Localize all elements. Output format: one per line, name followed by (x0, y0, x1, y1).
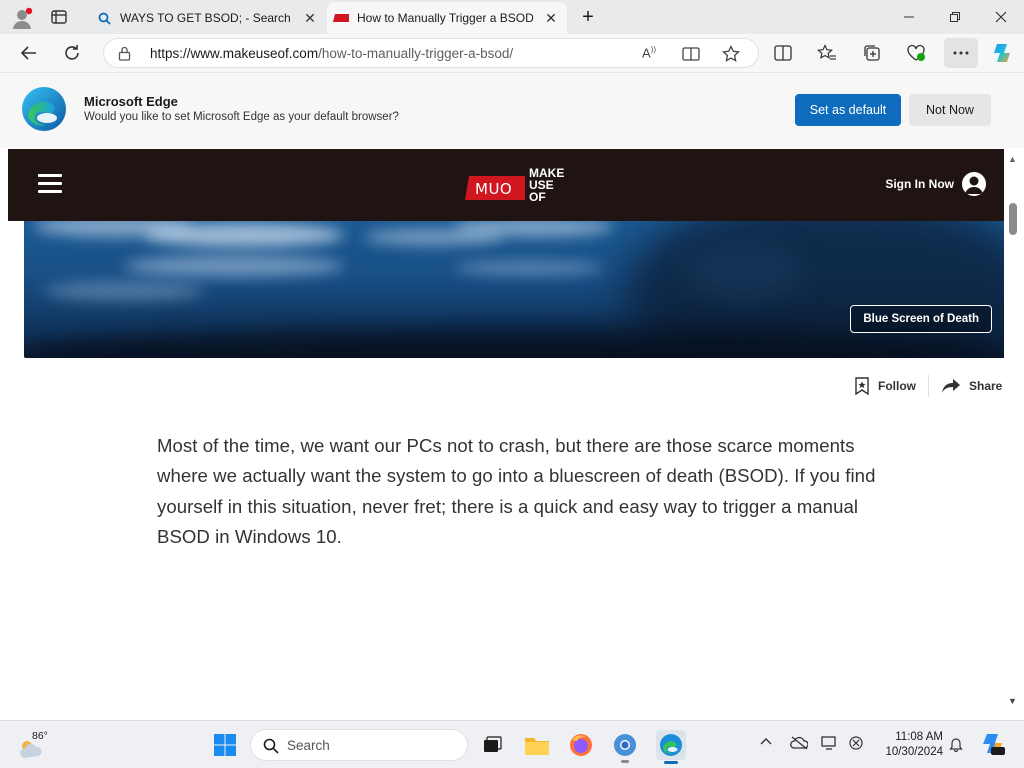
edge-logo-icon (20, 85, 68, 133)
address-bar[interactable]: https://www.makeuseof.com/how-to-manuall… (103, 38, 759, 68)
task-view-icon[interactable] (479, 732, 505, 758)
active-indicator (664, 761, 678, 764)
close-tab-icon[interactable]: ✕ (543, 10, 559, 26)
search-icon (263, 738, 279, 754)
search-icon (96, 10, 112, 26)
collections-icon[interactable] (857, 38, 887, 68)
set-as-default-button[interactable]: Set as default (795, 94, 901, 126)
more-options-icon[interactable] (944, 38, 978, 68)
system-clock[interactable]: 11:08 AM 10/30/2024 (873, 730, 943, 760)
scroll-down-icon[interactable]: ▼ (1008, 696, 1017, 706)
tab-label: WAYS TO GET BSOD; - Search (120, 11, 291, 25)
browser-toolbar: https://www.makeuseof.com/how-to-manuall… (0, 34, 1024, 72)
user-avatar-icon (962, 172, 986, 196)
onedrive-icon[interactable] (790, 736, 809, 755)
web-page: MUO MAKE USE OF Sign In Now Blue Screen … (0, 148, 1024, 720)
article-paragraph: Most of the time, we want our PCs not to… (157, 435, 876, 547)
tab-actions-icon[interactable] (50, 8, 70, 28)
follow-button[interactable]: Follow (854, 377, 916, 395)
menu-icon[interactable] (38, 174, 62, 194)
clock-date: 10/30/2024 (885, 746, 943, 758)
clock-time: 11:08 AM (895, 731, 943, 743)
close-tab-icon[interactable]: ✕ (302, 10, 318, 26)
bookmark-star-icon (855, 377, 869, 395)
copilot-pre-icon[interactable] (981, 733, 1005, 760)
default-browser-infobar: Microsoft Edge Would you like to set Mic… (0, 72, 1024, 148)
read-aloud-icon[interactable]: A)) (642, 45, 656, 60)
running-indicator (621, 760, 629, 763)
browser-essentials-icon[interactable] (901, 38, 931, 68)
minimize-icon[interactable] (886, 0, 932, 34)
infobar-message: Would you like to set Microsoft Edge as … (84, 111, 399, 123)
chrome-icon[interactable] (612, 732, 638, 763)
close-window-icon[interactable] (978, 0, 1024, 34)
share-label: Share (969, 379, 1003, 393)
refresh-icon[interactable] (57, 38, 87, 68)
taskbar-search-box[interactable]: Search (250, 729, 468, 761)
url-host: https://www.makeuseof.com (150, 46, 319, 61)
hero-texture (44, 281, 204, 301)
notifications-bell-icon[interactable] (949, 736, 963, 757)
start-button[interactable] (213, 733, 237, 757)
display-icon[interactable] (821, 736, 839, 755)
scroll-up-icon[interactable]: ▲ (1008, 154, 1017, 164)
tab-search[interactable]: WAYS TO GET BSOD; - Search ✕ (88, 2, 326, 34)
site-header: MUO MAKE USE OF Sign In Now (8, 149, 1008, 221)
hero-texture (144, 223, 344, 247)
edge-taskbar-icon[interactable] (656, 730, 686, 764)
tab-article[interactable]: How to Manually Trigger a BSOD ✕ (327, 2, 567, 34)
windows-taskbar: 86° Search 11:08 AM 10/30/2024 (0, 720, 1024, 768)
restore-icon[interactable] (932, 0, 978, 34)
search-placeholder: Search (287, 738, 330, 753)
page-scrollbar[interactable]: ▲ ▼ (1004, 148, 1024, 720)
lock-icon[interactable] (118, 46, 131, 66)
tab-strip: WAYS TO GET BSOD; - Search ✕ How to Manu… (0, 0, 1024, 34)
follow-label: Follow (878, 379, 916, 393)
scrollbar-thumb[interactable] (1009, 203, 1017, 235)
back-icon[interactable] (14, 38, 44, 68)
split-screen-icon[interactable] (768, 38, 798, 68)
not-now-button[interactable]: Not Now (909, 94, 991, 126)
show-hidden-icons-icon[interactable] (760, 735, 772, 753)
url-text: https://www.makeuseof.com/how-to-manuall… (150, 46, 513, 61)
share-arrow-icon (942, 379, 960, 393)
hero-image: Blue Screen of Death (24, 221, 1008, 358)
network-off-icon[interactable] (848, 736, 864, 755)
category-tag[interactable]: Blue Screen of Death (850, 305, 992, 333)
file-explorer-icon[interactable] (524, 732, 550, 758)
weather-widget[interactable]: 86° (18, 728, 78, 762)
infobar-title: Microsoft Edge (84, 94, 178, 109)
favorite-star-icon[interactable] (722, 44, 740, 68)
divider (928, 375, 929, 397)
muo-logo[interactable]: MUO MAKE USE OF (461, 166, 573, 204)
favorites-icon[interactable] (812, 38, 842, 68)
profile-avatar[interactable] (10, 6, 34, 30)
hero-texture (454, 261, 604, 275)
hero-texture (124, 255, 344, 277)
tab-label: How to Manually Trigger a BSOD (357, 11, 534, 25)
immersive-reader-icon[interactable] (682, 46, 700, 67)
logo-mark-text: MUO (475, 180, 512, 198)
sign-in-button[interactable]: Sign In Now (885, 172, 986, 196)
url-path: /how-to-manually-trigger-a-bsod/ (318, 46, 514, 61)
sign-in-label: Sign In Now (885, 177, 954, 191)
new-tab-icon[interactable]: + (578, 7, 598, 28)
hero-texture (684, 241, 804, 301)
share-button[interactable]: Share (941, 378, 1002, 394)
firefox-icon[interactable] (568, 732, 594, 758)
windows-logo-icon (214, 734, 236, 756)
weather-temp: 86° (32, 730, 48, 742)
muo-favicon-icon (333, 10, 349, 26)
logo-word-of: OF (529, 190, 546, 204)
article-actions: Follow Share (854, 375, 1002, 397)
copilot-icon[interactable] (987, 38, 1017, 68)
